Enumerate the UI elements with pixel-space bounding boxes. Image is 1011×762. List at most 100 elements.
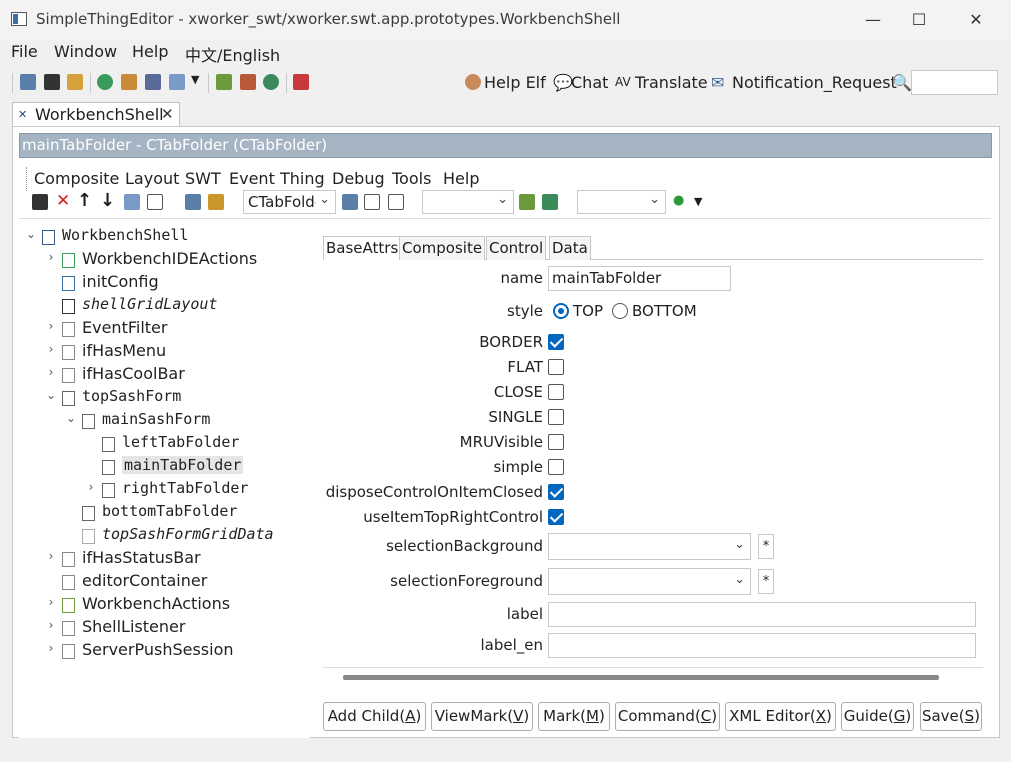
chevron-down-icon[interactable]: ▼ [191, 73, 199, 86]
menu-swt[interactable]: SWT [185, 169, 221, 188]
checkbox[interactable] [548, 334, 564, 350]
run-script-icon[interactable] [542, 194, 558, 210]
action-button[interactable]: Add Child(A) [323, 702, 426, 731]
checkbox[interactable] [548, 459, 564, 475]
menu-window[interactable]: Window [54, 42, 117, 61]
translate-icon[interactable]: AV [615, 75, 631, 89]
menu-composite[interactable]: Composite [34, 169, 119, 188]
save-icon[interactable] [32, 194, 48, 210]
home-icon[interactable] [20, 74, 36, 90]
chevron-right-icon[interactable]: › [84, 480, 98, 494]
thing-tree[interactable]: ⌄ WorkbenchShell › WorkbenchIDEActions initC… [19, 226, 310, 738]
tab-control[interactable]: Control [486, 236, 547, 260]
label-en-field[interactable] [548, 633, 976, 658]
node-icon [62, 644, 75, 659]
close-button[interactable]: ✕ [953, 8, 999, 32]
chevron-right-icon[interactable]: › [44, 618, 58, 632]
help-elf-icon[interactable] [465, 74, 481, 90]
tab-workbenchshell[interactable]: ✕ WorkbenchShell ✕ [12, 102, 180, 127]
action-button[interactable]: Guide(G) [841, 702, 914, 731]
document-icon[interactable] [240, 74, 256, 90]
windows-icon[interactable] [169, 74, 185, 90]
chevron-right-icon[interactable]: › [44, 641, 58, 655]
pdf-icon[interactable] [293, 74, 309, 90]
refresh-icon[interactable] [97, 74, 113, 90]
copy-icon[interactable] [124, 194, 140, 210]
checkbox[interactable] [548, 409, 564, 425]
clipboard-icon[interactable] [208, 194, 224, 210]
plugin-icon[interactable] [216, 74, 232, 90]
action-button[interactable]: ViewMark(V) [431, 702, 533, 731]
chevron-right-icon[interactable]: › [44, 319, 58, 333]
move-down-icon[interactable]: ↓ [100, 190, 115, 211]
chevron-right-icon[interactable]: › [44, 595, 58, 609]
checkbox[interactable] [548, 384, 564, 400]
action-button[interactable]: Save(S) [920, 702, 982, 731]
selection-foreground-picker-button[interactable]: * [758, 569, 774, 594]
globe-icon[interactable] [263, 74, 279, 90]
chat-icon[interactable]: 💬 [553, 73, 573, 92]
open-folder-icon[interactable] [67, 74, 83, 90]
help-elf-link[interactable]: Help Elf [484, 73, 546, 92]
tab-composite[interactable]: Composite [399, 236, 486, 260]
selection-foreground-combo[interactable]: ⌄ [548, 568, 751, 595]
chevron-down-icon[interactable]: ⌄ [24, 227, 38, 241]
minimize-button[interactable]: — [850, 8, 896, 32]
user-icon[interactable] [121, 74, 137, 90]
style-bottom-radio[interactable] [612, 303, 628, 319]
search-input[interactable] [911, 70, 998, 95]
label-field[interactable] [548, 602, 976, 627]
menu-language[interactable]: 中文/English [185, 42, 280, 66]
menu-tools[interactable]: Tools [392, 169, 431, 188]
checkbox[interactable] [548, 359, 564, 375]
checkbox[interactable] [548, 434, 564, 450]
combo-2[interactable]: ⌄ [422, 190, 514, 214]
action-button[interactable]: Mark(M) [538, 702, 610, 731]
horizontal-scrollbar[interactable] [343, 675, 939, 680]
move-up-icon[interactable]: ↑ [77, 190, 92, 211]
maximize-button[interactable]: ☐ [896, 8, 942, 32]
mail-icon[interactable]: ✉ [711, 73, 724, 92]
chevron-down-icon[interactable]: ▼ [694, 195, 702, 208]
notification-link[interactable]: Notification_Request [732, 73, 897, 92]
xml-icon[interactable] [147, 194, 163, 210]
play-icon[interactable]: ● [673, 193, 684, 208]
menu-event[interactable]: Event [229, 169, 275, 188]
xml-icon[interactable] [388, 194, 404, 210]
chat-link[interactable]: Chat [571, 73, 608, 92]
outline-icon[interactable] [185, 194, 201, 210]
name-field[interactable]: mainTabFolder [548, 266, 731, 291]
style-top-radio[interactable] [553, 303, 569, 319]
translate-link[interactable]: Translate [635, 73, 708, 92]
menu-file[interactable]: File [11, 42, 38, 61]
chevron-down-icon[interactable]: ⌄ [44, 388, 58, 402]
save-icon[interactable] [44, 74, 60, 90]
computer-icon[interactable] [145, 74, 161, 90]
tab-baseattrs[interactable]: BaseAttrs [323, 236, 402, 260]
menu-help-inner[interactable]: Help [443, 169, 479, 188]
chevron-right-icon[interactable]: › [44, 549, 58, 563]
combo-3[interactable]: ⌄ [577, 190, 666, 214]
tab-data[interactable]: Data [549, 236, 591, 260]
link-icon[interactable] [342, 194, 358, 210]
tab-close-icon[interactable]: ✕ [161, 105, 174, 123]
plugin-icon[interactable] [519, 194, 535, 210]
chevron-right-icon[interactable]: › [44, 250, 58, 264]
chevron-down-icon[interactable]: ⌄ [64, 411, 78, 425]
chevron-right-icon[interactable]: › [44, 342, 58, 356]
menu-debug[interactable]: Debug [332, 169, 385, 188]
menu-thing[interactable]: Thing [280, 169, 325, 188]
selection-background-picker-button[interactable]: * [758, 534, 774, 559]
menu-layout[interactable]: Layout [125, 169, 179, 188]
checkbox[interactable] [548, 509, 564, 525]
checkbox[interactable] [548, 484, 564, 500]
action-button[interactable]: Command(C) [615, 702, 720, 731]
xml-icon[interactable] [364, 194, 380, 210]
action-button[interactable]: XML Editor(X) [725, 702, 836, 731]
type-combo[interactable]: CTabFolder ⌄ [243, 190, 336, 214]
search-icon[interactable]: 🔍 [892, 73, 912, 92]
chevron-right-icon[interactable]: › [44, 365, 58, 379]
delete-icon[interactable]: ✕ [56, 191, 70, 211]
menu-help[interactable]: Help [132, 42, 168, 61]
selection-background-combo[interactable]: ⌄ [548, 533, 751, 560]
